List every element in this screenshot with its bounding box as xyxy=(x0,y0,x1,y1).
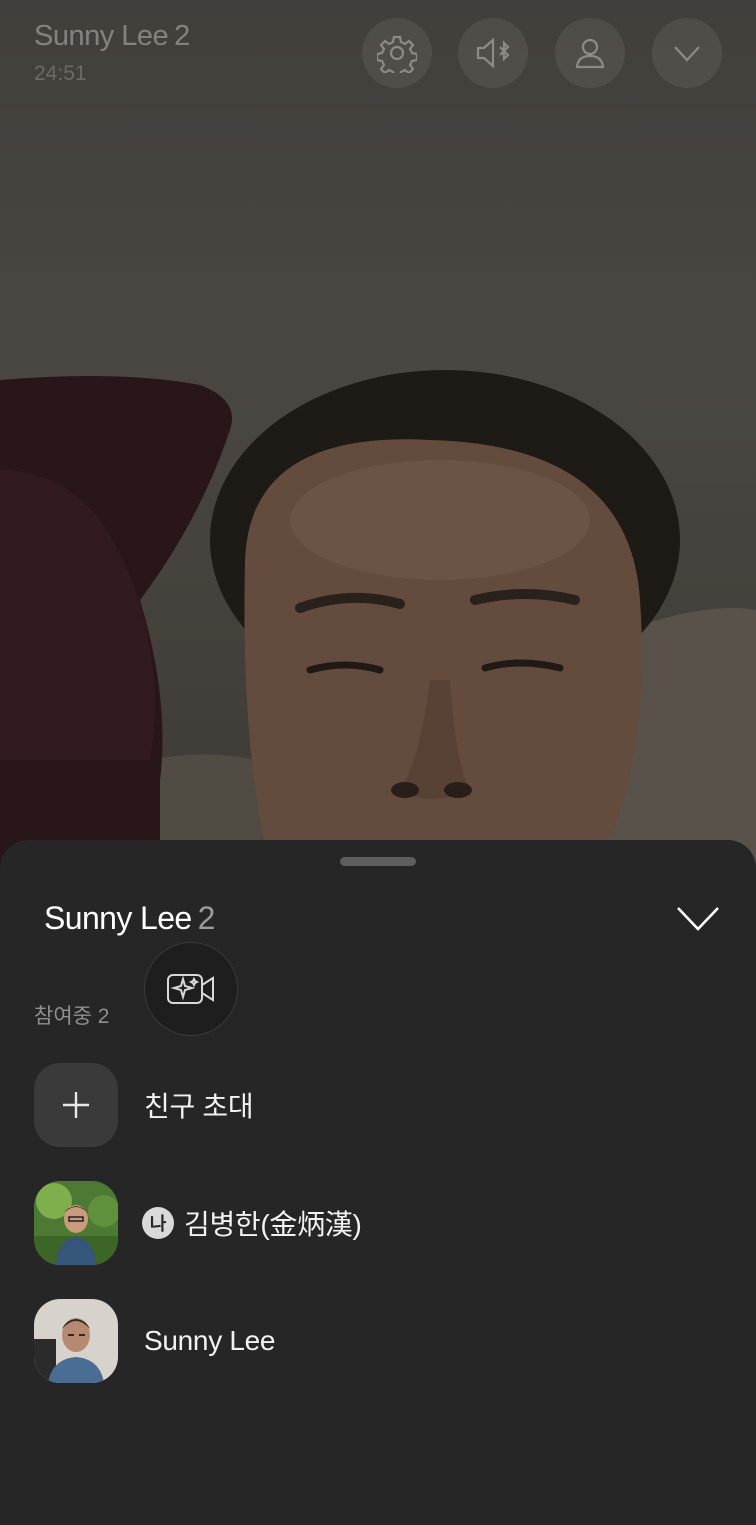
collapse-sheet-button[interactable] xyxy=(672,898,724,940)
add-friend-avatar xyxy=(34,1063,118,1147)
participant-name: Sunny Lee xyxy=(144,1325,276,1356)
sheet-title-name: Sunny Lee xyxy=(44,900,192,936)
chevron-down-icon xyxy=(677,907,719,931)
sheet-drag-handle[interactable] xyxy=(340,857,416,866)
call-name: Sunny Lee xyxy=(34,20,169,52)
video-effect-button[interactable] xyxy=(144,942,238,1036)
participants-button[interactable] xyxy=(555,18,625,88)
camera-sparkle-icon xyxy=(167,974,214,1004)
remote-video-feed xyxy=(0,0,756,900)
participant-photo xyxy=(34,1299,118,1383)
me-badge: 나 xyxy=(142,1207,174,1239)
chevron-down-icon xyxy=(674,46,700,62)
call-title: Sunny Lee 2 xyxy=(34,20,190,53)
avatar xyxy=(34,1299,118,1383)
settings-button[interactable] xyxy=(362,18,432,88)
gear-icon xyxy=(377,35,417,73)
person-icon xyxy=(575,38,605,69)
participants-sheet: Sunny Lee 2 참여중 2 친구 초대 나 김병한(金炳漢) Sunny… xyxy=(0,840,756,1525)
sheet-title: Sunny Lee 2 xyxy=(44,900,215,937)
participant-row[interactable]: 나 김병한(金炳漢) xyxy=(34,1181,724,1265)
bluetooth-speaker-icon xyxy=(476,37,510,69)
sheet-title-count: 2 xyxy=(197,900,216,936)
audio-output-button[interactable] xyxy=(458,18,528,88)
plus-icon xyxy=(63,1092,89,1118)
participant-row[interactable]: Sunny Lee xyxy=(34,1299,724,1383)
invite-friends-row[interactable]: 친구 초대 xyxy=(34,1063,724,1147)
participant-photo xyxy=(34,1181,118,1265)
participant-name: 김병한(金炳漢) xyxy=(184,1209,362,1240)
call-timer: 24:51 xyxy=(34,62,87,85)
participants-count-label: 참여중 2 xyxy=(34,1005,110,1028)
minimize-button[interactable] xyxy=(652,18,722,88)
call-participant-count: 2 xyxy=(174,20,190,52)
avatar xyxy=(34,1181,118,1265)
invite-friends-label: 친구 초대 xyxy=(144,1091,254,1122)
